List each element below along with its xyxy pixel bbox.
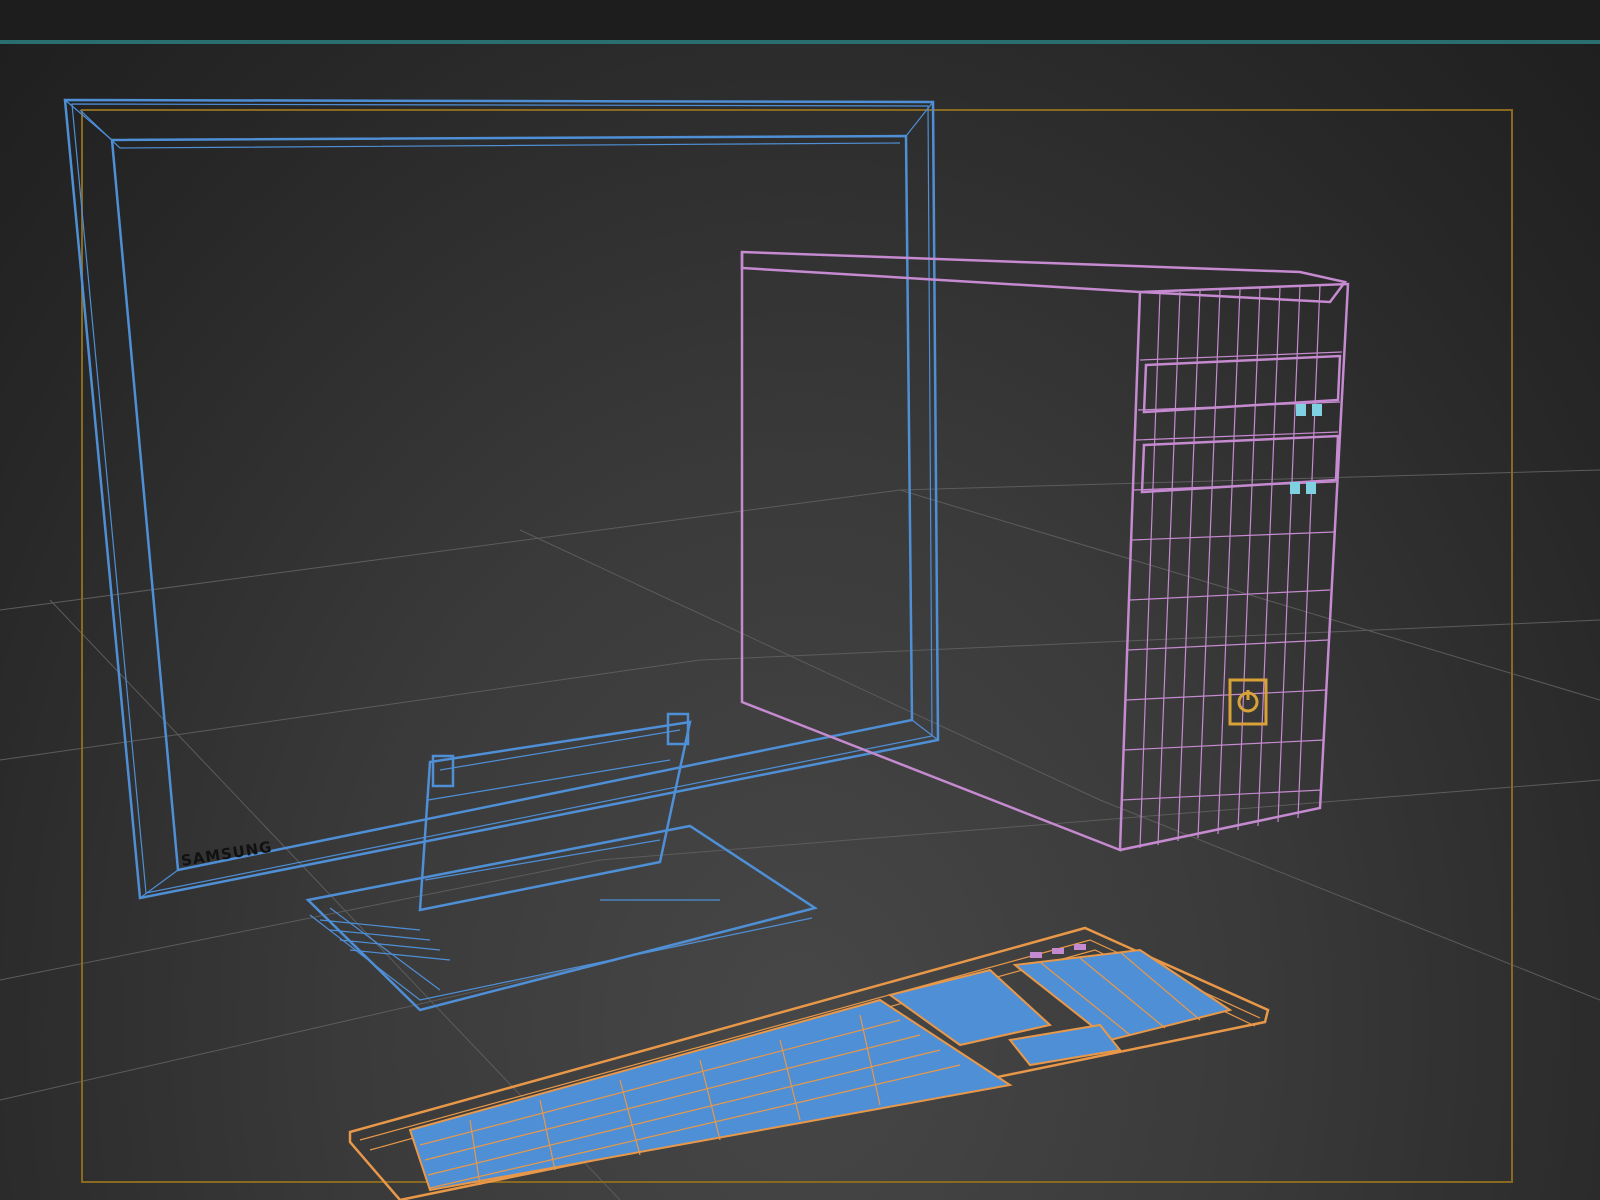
monitor-brand-label: SAMSUNG	[180, 838, 274, 870]
keyboard-wireframe[interactable]	[348, 926, 1270, 1200]
perspective-viewport[interactable]: SAMSUNG	[0, 44, 1600, 1200]
viewport-scene: SAMSUNG	[0, 98, 1600, 1200]
power-icon[interactable]	[1228, 678, 1268, 726]
monitor-wireframe[interactable]: SAMSUNG	[63, 98, 940, 1012]
viewport-toolbar	[0, 0, 1600, 40]
